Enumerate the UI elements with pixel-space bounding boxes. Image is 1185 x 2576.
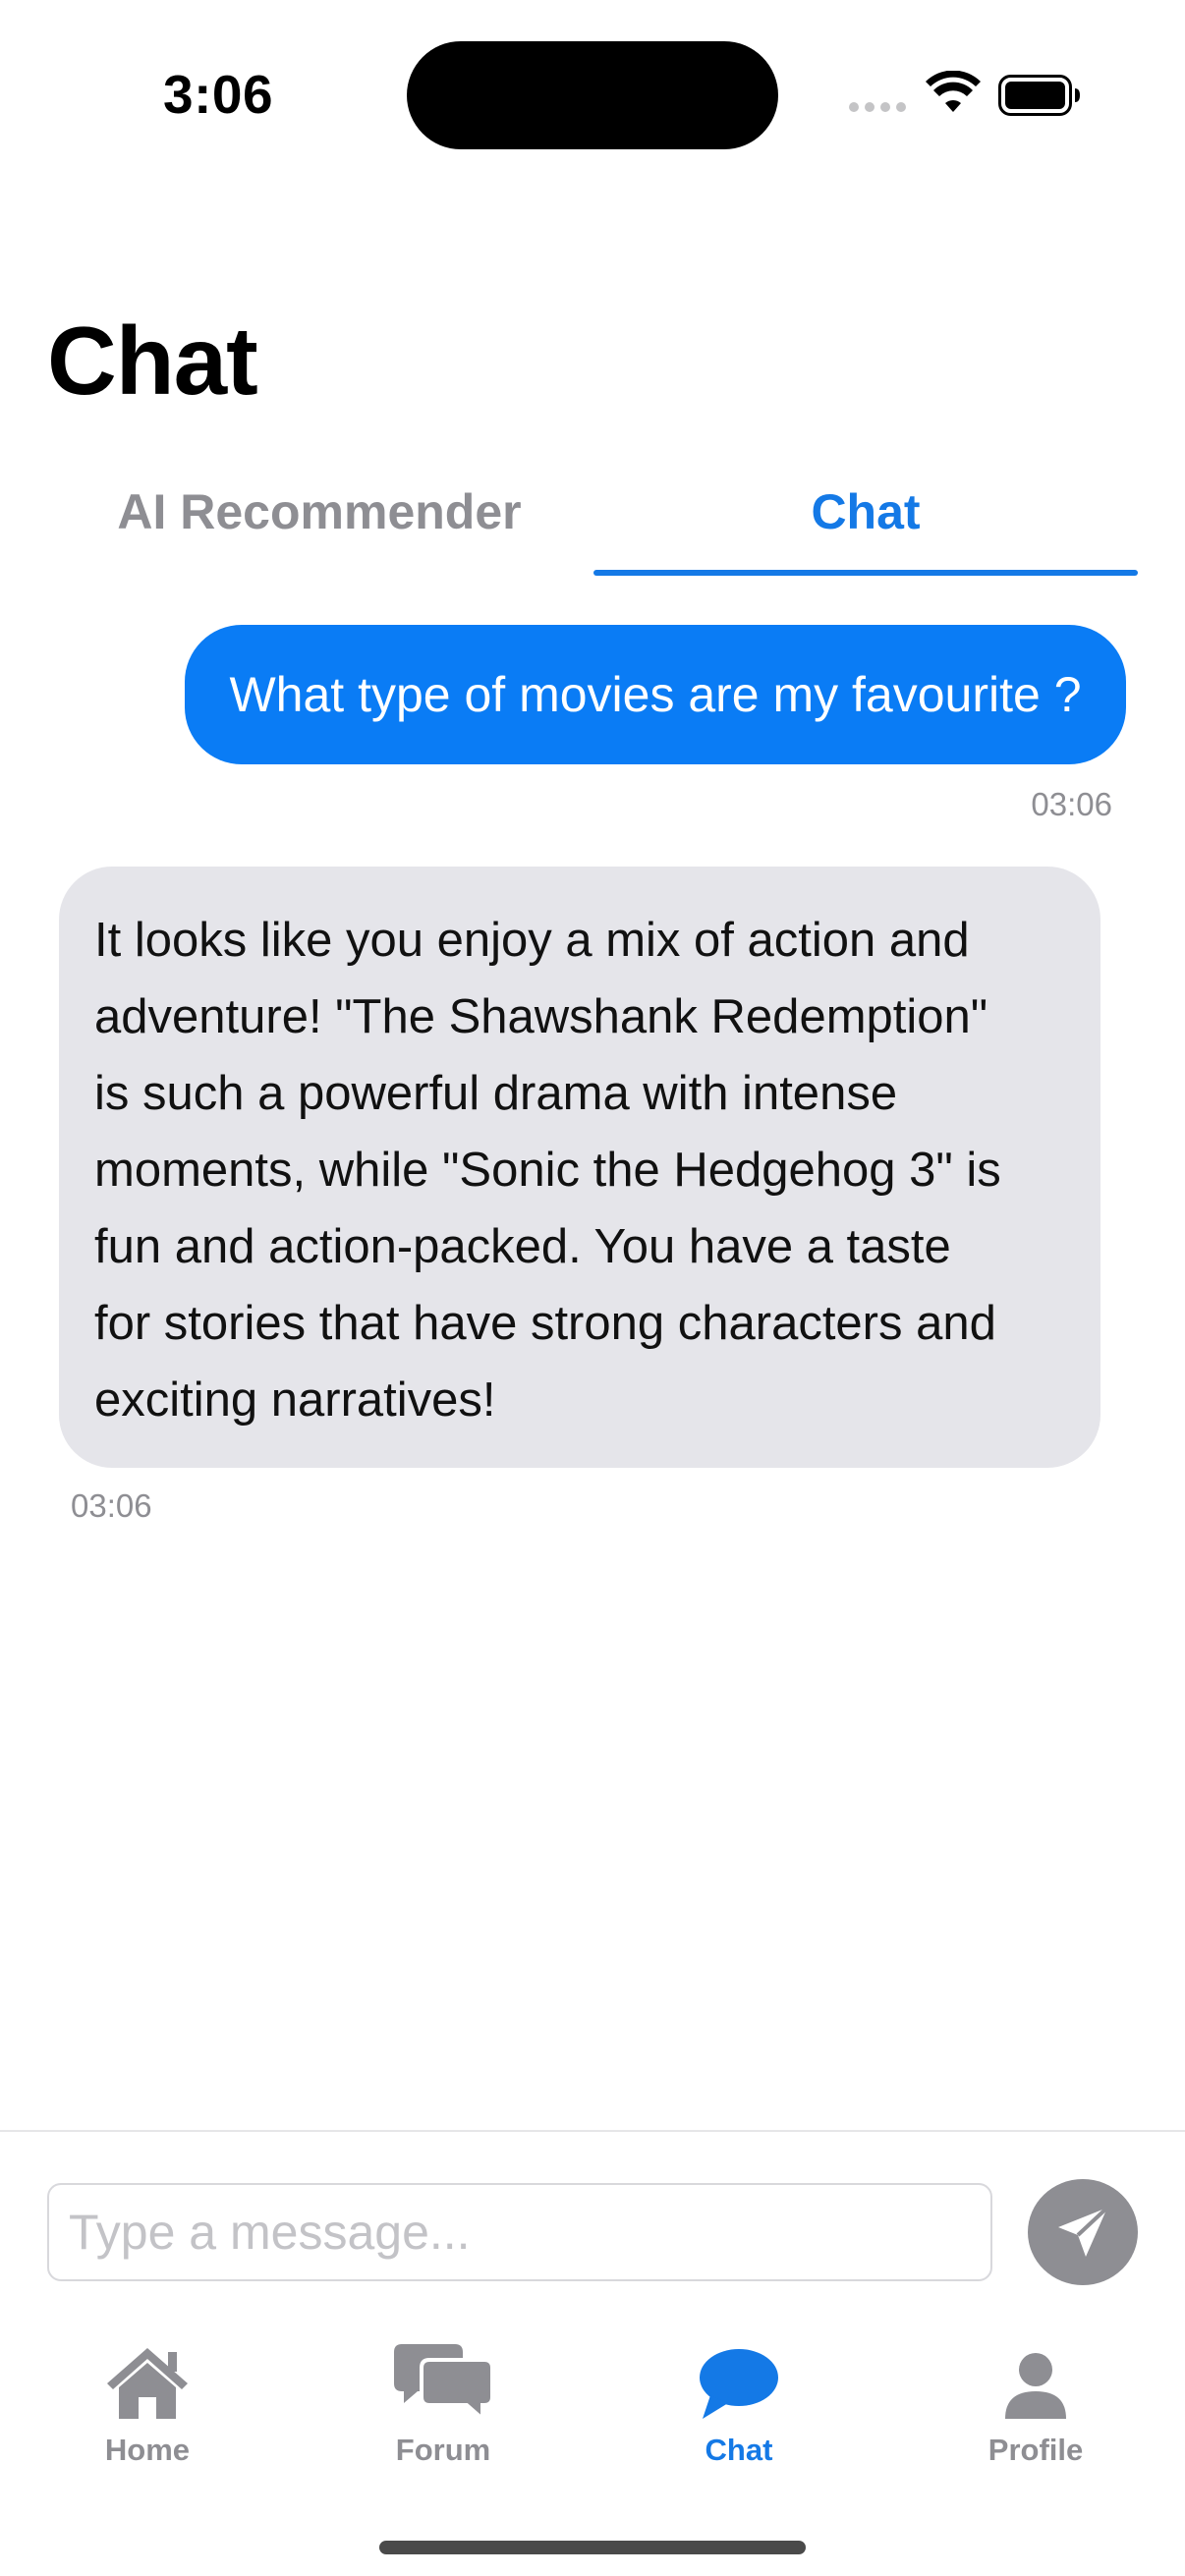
chat-screen: 3:06 Chat AI Recommender Chat What type …: [0, 0, 1185, 2576]
page-title: Chat: [47, 307, 258, 415]
message-line: moments, while "Sonic the Hedgehog 3" is: [94, 1144, 1001, 1197]
wifi-icon: [926, 71, 981, 112]
incoming-message-time: 03:06: [71, 1487, 152, 1524]
message-line: fun and action-packed. You have a taste: [94, 1220, 951, 1273]
chat-bubble-icon: [700, 2349, 778, 2419]
send-button[interactable]: [1028, 2179, 1138, 2285]
paper-plane-icon: [1058, 2206, 1109, 2257]
dynamic-island: [407, 41, 778, 149]
tabbar-label: Chat: [705, 2433, 773, 2467]
speech-bubbles-icon: [394, 2344, 492, 2421]
tabbar-profile[interactable]: Profile: [918, 2342, 1154, 2480]
tab-ai-recommender[interactable]: AI Recommender: [49, 468, 590, 576]
incoming-message-bubble: It looks like you enjoy a mix of action …: [59, 867, 1100, 1468]
tabbar-home[interactable]: Home: [29, 2342, 265, 2480]
tabbar-label: Forum: [395, 2433, 491, 2467]
message-line: is such a powerful drama with intense: [94, 1067, 898, 1120]
outgoing-message-bubble: What type of movies are my favourite ?: [185, 625, 1126, 764]
tab-chat[interactable]: Chat: [593, 468, 1138, 576]
message-line: adventure! "The Shawshank Redemption": [94, 990, 988, 1043]
cellular-signal-icon: [849, 102, 906, 112]
outgoing-message-time: 03:06: [1031, 786, 1112, 822]
message-line: It looks like you enjoy a mix of action …: [94, 914, 970, 967]
tabbar-label: Home: [104, 2433, 191, 2467]
selected-tab-indicator: [593, 570, 1138, 576]
battery-icon: [998, 75, 1080, 116]
message-line: for stories that have strong characters …: [94, 1297, 996, 1350]
person-icon: [1005, 2353, 1066, 2419]
tabbar-chat[interactable]: Chat: [621, 2342, 857, 2480]
message-input[interactable]: [47, 2183, 992, 2281]
composer-divider: [0, 2130, 1185, 2132]
status-time: 3:06: [163, 64, 274, 125]
tabbar-forum[interactable]: Forum: [325, 2342, 561, 2480]
house-icon: [107, 2348, 188, 2419]
message-line: exciting narratives!: [94, 1373, 496, 1427]
home-indicator: [379, 2541, 806, 2554]
tabbar-label: Profile: [988, 2433, 1084, 2467]
